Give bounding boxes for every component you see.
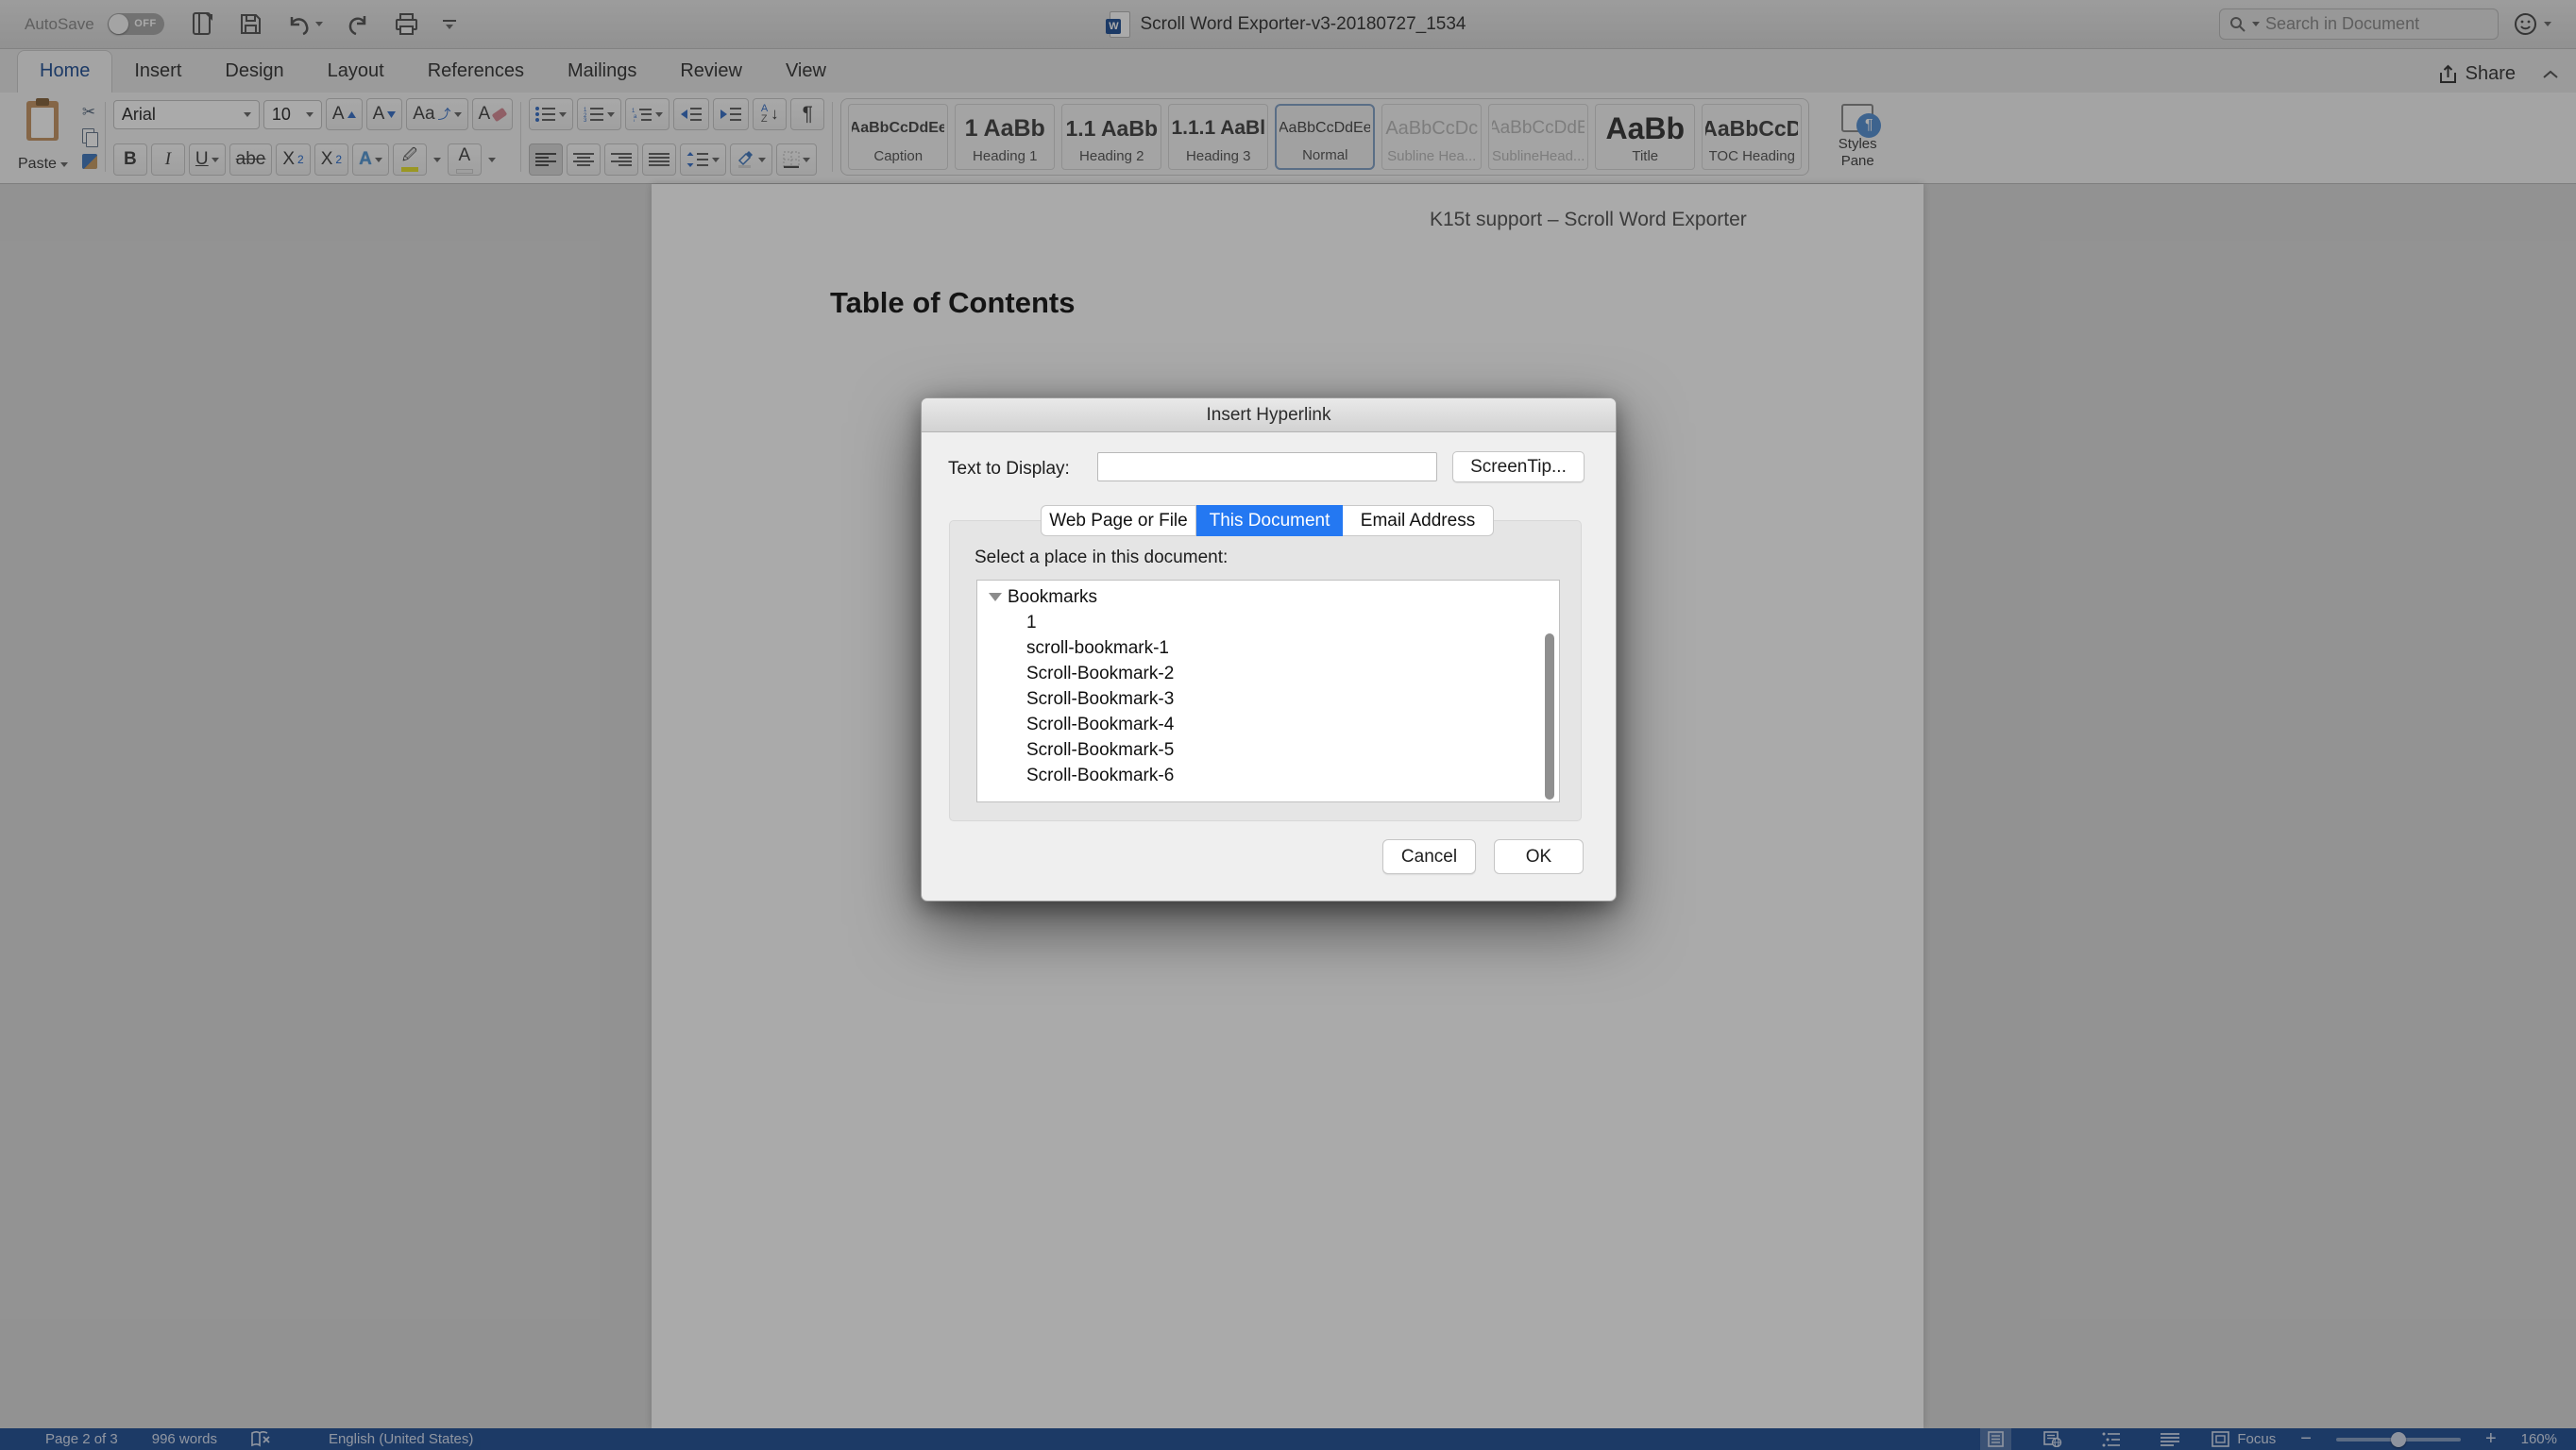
cancel-button[interactable]: Cancel (1382, 839, 1476, 874)
screentip-button[interactable]: ScreenTip... (1452, 451, 1585, 482)
tab-this-document[interactable]: This Document (1196, 505, 1343, 536)
word-app-window: AutoSave OFF (0, 0, 2576, 1450)
tree-node-label: Bookmarks (1008, 587, 1097, 608)
listbox-scrollbar[interactable] (1545, 633, 1554, 800)
tree-item[interactable]: Scroll-Bookmark-6 (977, 763, 1559, 788)
dialog-title[interactable]: Insert Hyperlink (922, 398, 1616, 432)
insert-hyperlink-dialog: Insert Hyperlink Text to Display: Screen… (921, 397, 1617, 902)
link-type-tabs: Web Page or File This Document Email Add… (1041, 505, 1494, 536)
tab-email-address[interactable]: Email Address (1343, 505, 1494, 536)
text-to-display-input[interactable] (1097, 452, 1437, 481)
tree-item[interactable]: Scroll-Bookmark-3 (977, 686, 1559, 712)
ok-button[interactable]: OK (1494, 839, 1584, 874)
select-place-label: Select a place in this document: (974, 548, 1228, 568)
tree-item[interactable]: Scroll-Bookmark-2 (977, 661, 1559, 686)
tab-web-page-or-file[interactable]: Web Page or File (1041, 505, 1196, 536)
tree-node-bookmarks[interactable]: Bookmarks (977, 584, 1559, 610)
tree-item[interactable]: Scroll-Bookmark-5 (977, 737, 1559, 763)
tree-item[interactable]: 1 (977, 610, 1559, 635)
disclosure-triangle-icon[interactable] (989, 593, 1002, 601)
text-to-display-label: Text to Display: (948, 459, 1070, 480)
document-places-listbox[interactable]: Bookmarks 1 scroll-bookmark-1 Scroll-Boo… (976, 580, 1560, 802)
tree-item[interactable]: scroll-bookmark-1 (977, 635, 1559, 661)
tree-item[interactable]: Scroll-Bookmark-4 (977, 712, 1559, 737)
